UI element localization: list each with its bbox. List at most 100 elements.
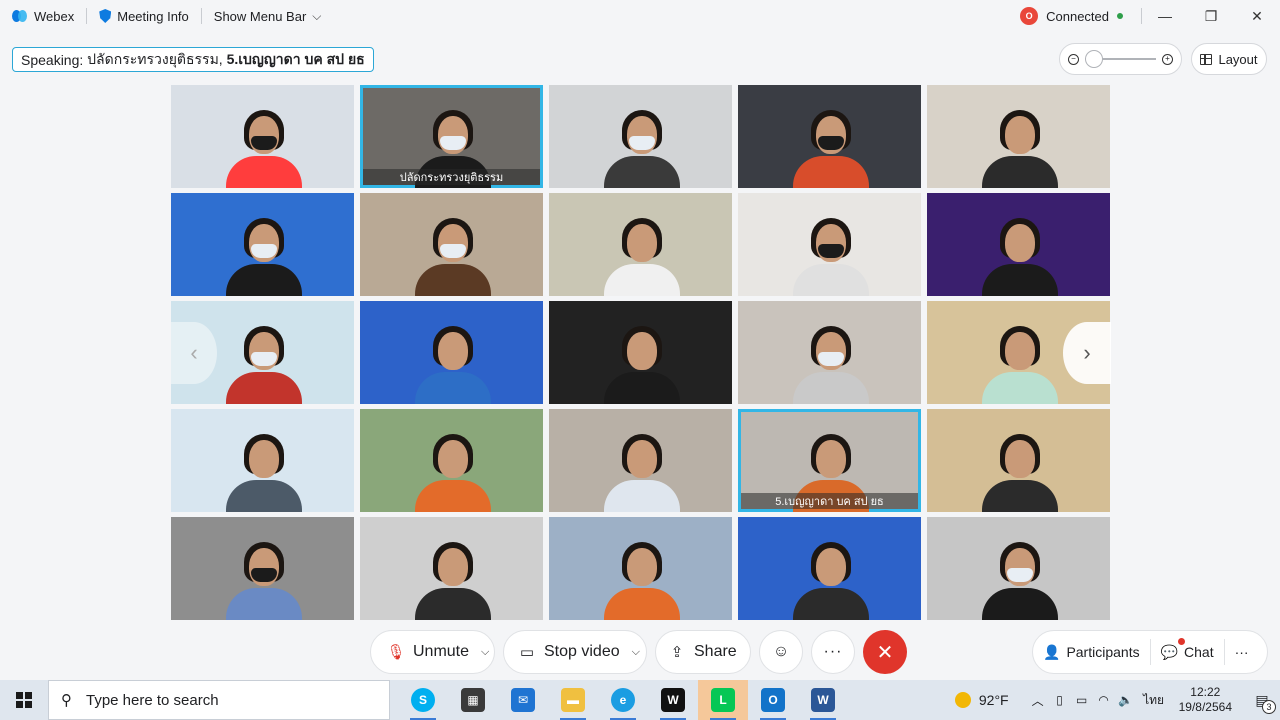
minimize-button[interactable]: — [1142,0,1188,32]
tablet-icon[interactable]: ▯ [1049,693,1071,707]
battery-icon[interactable]: ▭ [1071,693,1093,707]
app-name: Webex [34,8,75,24]
chevron-down-icon[interactable]: ⌵ [481,646,489,659]
taskbar-search[interactable]: ⚲ Type here to search [48,680,390,720]
connection-status-icon: O [1020,7,1039,25]
layout-button[interactable]: Layout [1191,43,1267,75]
participant-video-tile[interactable] [738,301,921,404]
connected-dot-icon [1117,13,1123,19]
previous-page-button[interactable]: ‹ [171,322,217,384]
line-app[interactable]: L [698,680,748,720]
outlook-app[interactable]: O [748,680,798,720]
zoom-out-icon[interactable]: − [1068,53,1079,65]
search-icon: ⚲ [61,692,72,709]
participant-silhouette [407,530,497,620]
participant-silhouette [974,422,1064,512]
file-explorer-app[interactable]: ▬ [548,680,598,720]
clock-date: 19/8/2564 [1178,700,1232,714]
wifi-icon[interactable]: ◠ [1093,693,1115,707]
mail-app[interactable]: ✉ [498,680,548,720]
skype-app[interactable]: S [398,680,448,720]
participant-video-tile[interactable] [360,517,543,620]
zoom-slider-knob[interactable] [1085,50,1103,68]
word-app[interactable]: W [798,680,848,720]
start-button[interactable] [0,680,48,720]
participant-video-tile[interactable] [738,193,921,296]
chevron-right-icon: › [1083,340,1091,365]
speaker-icon[interactable]: 🔈 [1115,693,1137,707]
participant-video-tile[interactable] [927,85,1110,188]
chat-button[interactable]: 💬 Chat [1151,631,1224,673]
connection-status[interactable]: Connected [1046,9,1109,24]
participant-name-label: ปลัดกระทรวงยุติธรรม [363,169,540,185]
participant-video-tile[interactable] [549,409,732,512]
store-app[interactable]: ▦ [448,680,498,720]
participant-video-tile[interactable] [171,409,354,512]
next-page-button[interactable]: › [1063,322,1111,384]
temperature[interactable]: 92°F [979,692,1009,708]
chevron-left-icon: ‹ [190,340,198,365]
smiley-icon: ☺ [772,643,790,660]
meeting-info-button[interactable]: Meeting Info [87,0,201,32]
participants-button[interactable]: 👤 Participants [1033,631,1150,673]
windows-logo-icon [16,692,32,708]
participant-video-tile[interactable] [171,517,354,620]
restore-button[interactable]: ❐ [1188,0,1234,32]
zoom-control: − + [1059,43,1182,75]
participant-video-tile[interactable] [360,409,543,512]
participant-video-tile[interactable] [738,85,921,188]
participant-silhouette [218,98,308,188]
chevron-down-icon[interactable]: ⌵ [632,646,640,659]
chevron-up-icon[interactable]: ︿ [1027,692,1049,709]
participant-silhouette [974,314,1064,404]
panel-more-button[interactable]: ··· [1225,631,1259,673]
show-menu-bar-label: Show Menu Bar [213,8,307,24]
share-button[interactable]: ⇪ Share [655,630,751,674]
participant-silhouette [407,206,497,296]
layout-label: Layout [1218,51,1258,67]
clock-time: 12:22 [1190,685,1221,699]
clock[interactable]: 12:22 19/8/2564 [1179,685,1232,715]
participant-silhouette [218,314,308,404]
grid-layout-icon [1200,53,1213,65]
participants-label: Participants [1066,644,1140,660]
input-language[interactable]: ไทย [1137,691,1171,710]
participant-video-tile[interactable] [171,85,354,188]
participant-silhouette [407,314,497,404]
participant-video-tile[interactable] [549,517,732,620]
reactions-button[interactable]: ☺ [759,630,803,674]
participant-video-tile[interactable] [927,193,1110,296]
participant-silhouette [596,98,686,188]
participant-video-tile[interactable] [927,517,1110,620]
participant-video-tile[interactable] [549,85,732,188]
participant-silhouette [785,530,875,620]
stop-video-button[interactable]: ▭ Stop video ⌵ [503,630,647,674]
participant-video-tile[interactable] [738,517,921,620]
leave-meeting-button[interactable]: ✕ [863,630,907,674]
zoom-in-icon[interactable]: + [1162,53,1173,65]
participant-video-tile[interactable] [360,301,543,404]
weather-sun-icon[interactable] [954,692,971,708]
participant-video-tile[interactable] [549,301,732,404]
unmute-button[interactable]: 🎙 Unmute ⌵ [370,630,495,674]
windows-taskbar: ⚲ Type here to search S ▦ ✉ ▬ e W L O W … [0,680,1280,720]
edge-app[interactable]: e [598,680,648,720]
more-options-button[interactable]: ··· [811,630,855,674]
participant-video-tile[interactable] [549,193,732,296]
participant-video-tile[interactable] [171,193,354,296]
webex-app[interactable]: W [648,680,698,720]
unread-dot-icon [1177,638,1185,645]
participant-video-tile[interactable]: ปลัดกระทรวงยุติธรรม [360,85,543,188]
close-window-button[interactable]: ✕ [1234,0,1280,32]
zoom-slider[interactable] [1085,50,1156,68]
speaking-first: ปลัดกระทรวงยุติธรรม, [87,50,223,67]
microphone-muted-icon: 🎙 [386,644,406,661]
participant-video-tile[interactable] [360,193,543,296]
notifications-button[interactable]: ▤ 3 [1244,680,1280,720]
show-menu-bar-button[interactable]: Show Menu Bar ⌵ [202,0,334,32]
participant-video-tile[interactable] [927,409,1110,512]
word-icon: W [811,688,835,712]
participant-silhouette [407,422,497,512]
webex-menu[interactable]: Webex [0,0,86,32]
participant-video-tile[interactable]: 5.เบญญาดา บค สป ยธ [738,409,921,512]
